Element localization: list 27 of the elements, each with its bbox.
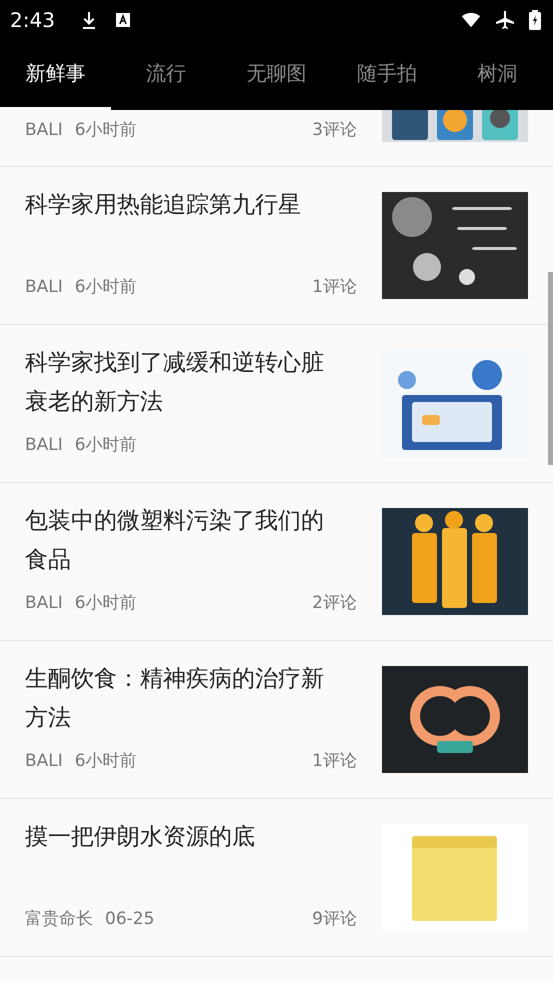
author-name: BALI [25,434,63,457]
post-title[interactable]: 摸一把伊朗水资源的底 [25,818,345,857]
post-title[interactable]: 包装中的微塑料污染了我们的食品 [25,502,345,580]
post-title[interactable]: 科学家用热能追踪第九行星 [25,186,345,225]
post-time: 06-25 [105,908,154,931]
post-title[interactable]: 科学家找到了减缓和逆转心脏衰老的新方法 [25,344,345,422]
comment-count[interactable]: 1评论 [312,749,357,773]
post-time: 6小时前 [74,592,137,615]
post-title[interactable]: 生酮饮食：精神疾病的治疗新方法 [25,660,345,738]
author-name: BALI [25,119,63,142]
post-time: 6小时前 [74,276,137,299]
wifi-icon [461,10,481,30]
comment-count[interactable]: 3评论 [312,118,357,142]
post-time: 6小时前 [74,434,137,457]
airplane-icon [495,10,515,30]
comment-count[interactable]: 1评论 [312,275,357,299]
post-time: 6小时前 [74,119,137,142]
author-name: 富贵命长 [25,908,93,931]
clock: 2:43 [10,8,55,32]
author-name: BALI [25,592,63,615]
comment-count[interactable]: 2评论 [312,591,357,615]
battery-icon [529,10,541,30]
post-time: 6小时前 [74,750,137,773]
author-name: BALI [25,276,63,299]
author-name: BALI [25,750,63,773]
scrollbar[interactable] [548,272,553,465]
comment-count[interactable]: 9评论 [312,907,357,931]
